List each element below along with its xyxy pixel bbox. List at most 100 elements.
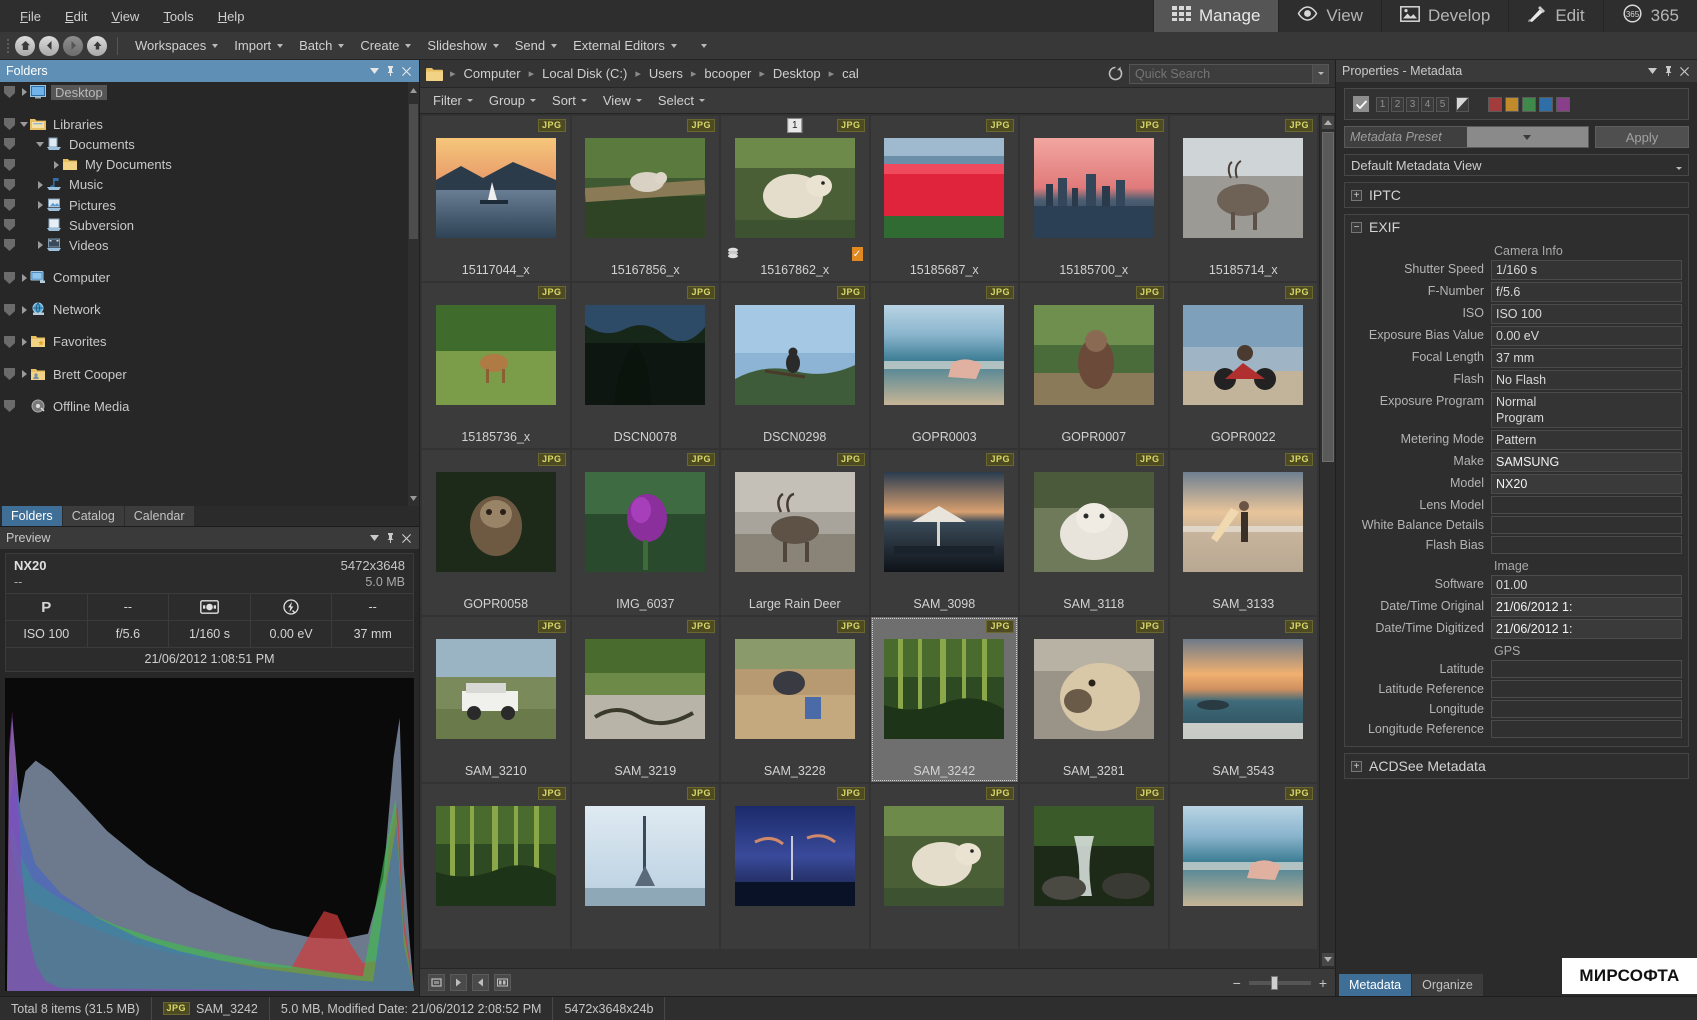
rotate-left-icon[interactable] [428,974,445,991]
toolbar-overflow[interactable] [693,41,715,51]
toolbar-send[interactable]: Send [507,35,565,56]
tab-folders[interactable]: Folders [2,506,62,526]
close-icon[interactable] [400,64,413,78]
zoom-out-button[interactable]: − [1233,975,1241,991]
exif-value[interactable]: Pattern [1491,430,1682,450]
exif-value[interactable]: Normal Program [1491,392,1682,428]
thumbnail-cell[interactable]: JPG SAM_3228 [721,617,869,782]
no-rating-icon[interactable] [1456,96,1469,112]
filter-sort[interactable]: Sort [545,90,594,111]
breadcrumb-item-cal[interactable]: cal [839,64,862,83]
folder-tree-scrollbar[interactable] [408,82,419,506]
exif-value[interactable]: SAMSUNG [1491,452,1682,472]
exif-value[interactable]: 1/160 s [1491,260,1682,280]
thumbnail-cell[interactable]: JPG 15185700_x [1020,116,1168,281]
folder-tree[interactable]: Desktop Libraries Documents My Documents Mus… [0,82,419,506]
exif-value[interactable]: No Flash [1491,370,1682,390]
exif-value[interactable] [1491,516,1682,534]
expand-icon[interactable]: + [1351,189,1362,201]
menu-item-file[interactable]: File [10,5,51,28]
rating-stars[interactable]: 12345 [1376,96,1449,112]
breadcrumb-item-bcooper[interactable]: bcooper [701,64,754,83]
thumbnail-cell[interactable]: JPG IMG_6037 [571,450,719,615]
section-iptc[interactable]: + IPTC [1344,182,1689,208]
tree-expander[interactable] [18,305,30,314]
tree-item-documents[interactable]: Documents [0,134,419,154]
menu-item-view[interactable]: View [101,5,149,28]
exif-value[interactable]: ISO 100 [1491,304,1682,324]
exif-value[interactable]: 37 mm [1491,348,1682,368]
thumbnail-cell[interactable]: JPG SAM_3098 [870,450,1018,615]
breadcrumb-item-computer[interactable]: Computer [461,64,524,83]
thumbnail-cell[interactable]: JPG [571,784,719,949]
color-label-0[interactable] [1488,96,1502,112]
thumbnail-cell[interactable]: JPG GOPR0022 [1169,283,1317,448]
tree-expander[interactable] [34,201,46,210]
scroll-thumb[interactable] [409,104,418,239]
tree-expander[interactable] [18,337,30,346]
tab-catalog[interactable]: Catalog [62,506,124,526]
toolbar-slideshow[interactable]: Slideshow [419,35,506,56]
exif-value[interactable]: 21/06/2012 1: [1491,619,1682,639]
tree-item-my-documents[interactable]: My Documents [0,155,419,175]
zoom-in-button[interactable]: + [1319,975,1327,991]
tree-item-libraries[interactable]: Libraries [0,114,419,134]
thumbnail-cell[interactable]: JPG SAM_3118 [1020,450,1168,615]
breadcrumb-item-users[interactable]: Users [646,64,686,83]
exif-value[interactable]: NX20 [1491,474,1682,494]
tree-item-subversion[interactable]: Subversion [0,215,419,235]
thumbnail-cell[interactable]: JPG SAM_3219 [571,617,719,782]
thumbnail-cell[interactable]: JPG DSCN0298 [721,283,869,448]
rating-1[interactable]: 1 [1376,96,1389,112]
thumbnail-cell[interactable]: JPG GOPR0007 [1020,283,1168,448]
thumbnail-cell[interactable]: JPG [422,784,570,949]
scroll-up-icon[interactable] [1322,116,1334,129]
rating-4[interactable]: 4 [1421,96,1434,112]
zoom-slider-knob[interactable] [1270,975,1278,990]
thumbnail-cell[interactable]: JPG [1169,784,1317,949]
zoom-control[interactable]: − + [1233,975,1327,991]
tab-calendar[interactable]: Calendar [124,506,194,526]
grid-scrollbar[interactable] [1319,114,1335,968]
chevron-down-icon[interactable] [1676,158,1682,173]
toolbar-workspaces[interactable]: Workspaces [127,35,226,56]
mode-tab-view[interactable]: View [1278,0,1381,32]
thumbnail-cell[interactable]: JPG [870,784,1018,949]
color-labels[interactable] [1488,96,1570,112]
up-icon[interactable] [87,35,107,56]
tree-item-videos[interactable]: Videos [0,235,419,255]
toolbar-create[interactable]: Create [352,35,419,56]
exif-value[interactable] [1491,720,1682,738]
toolbar-grip[interactable] [4,36,12,56]
breadcrumb-item-local-disk-c-[interactable]: Local Disk (C:) [539,64,630,83]
thumbnail-cell[interactable]: JPG GOPR0003 [870,283,1018,448]
metadata-view-select[interactable]: Default Metadata View [1344,154,1689,176]
filter-view[interactable]: View [596,90,649,111]
tree-item-favorites[interactable]: Favorites [0,332,419,352]
exif-value[interactable] [1491,496,1682,514]
quick-search-box[interactable] [1129,63,1329,84]
toolbar-external-editors[interactable]: External Editors [565,35,685,56]
exif-value[interactable]: f/5.6 [1491,282,1682,302]
toolbar-batch[interactable]: Batch [291,35,352,56]
exif-value[interactable]: 0.00 eV [1491,326,1682,346]
scroll-thumb[interactable] [1322,132,1334,462]
collapse-icon[interactable]: − [1351,221,1362,233]
tree-expander[interactable] [34,141,46,147]
color-label-4[interactable] [1556,96,1570,112]
thumbnail-cell[interactable]: JPG DSCN0078 [571,283,719,448]
thumbnail-cell[interactable]: JPG 15167856_x [571,116,719,281]
pin-icon[interactable] [384,64,397,78]
thumbnail-cell[interactable]: JPG 15117044_x [422,116,570,281]
thumbnail-cell[interactable]: JPG [721,784,869,949]
zoom-slider[interactable] [1248,975,1311,990]
thumbnail-cell[interactable]: JPG 15185687_x [870,116,1018,281]
close-icon[interactable] [1678,64,1691,78]
filter-group[interactable]: Group [482,90,543,111]
tree-expander[interactable] [18,370,30,379]
home-icon[interactable] [15,35,35,56]
thumbnail-cell[interactable]: JPG SAM_3133 [1169,450,1317,615]
exif-value[interactable] [1491,700,1682,718]
mode-tab-manage[interactable]: Manage [1152,0,1279,32]
checkbox-icon[interactable] [1353,96,1369,112]
